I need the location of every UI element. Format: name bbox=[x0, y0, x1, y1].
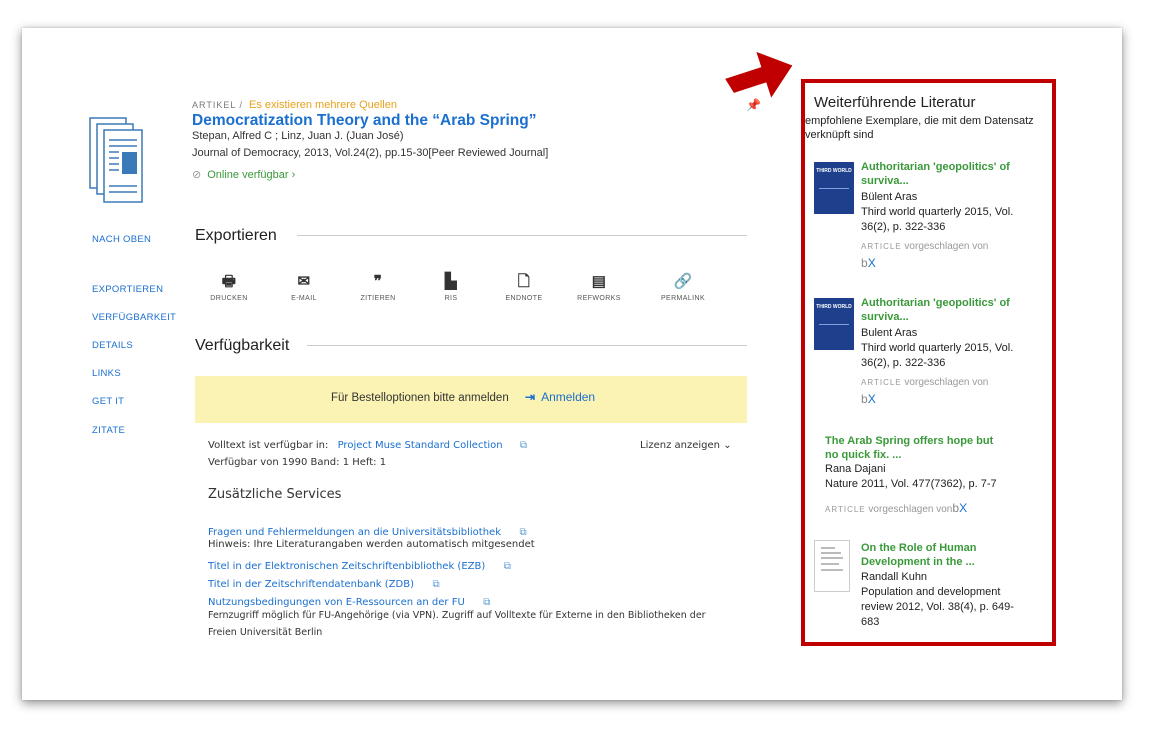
external-link-icon[interactable]: ⧉ bbox=[432, 579, 439, 590]
item-thumbnail[interactable]: THIRD WORLD bbox=[814, 298, 854, 350]
ris-button[interactable]: ▙ RIS bbox=[421, 273, 481, 302]
suggested-by: ARTICLE vorgeschlagen vonbX bbox=[825, 501, 968, 515]
further-reading-subtitle: empfohlene Exemplare, die mit dem Datens… bbox=[805, 115, 1034, 141]
login-prompt: Für Bestelloptionen bitte anmelden bbox=[331, 392, 509, 404]
document-icon bbox=[89, 117, 143, 203]
export-heading: Exportieren bbox=[195, 227, 277, 244]
print-button[interactable]: 🖶 DRUCKEN bbox=[199, 273, 259, 302]
sign-in-icon: ⇥ bbox=[525, 390, 536, 404]
further-item-author: Bulent Aras bbox=[861, 327, 918, 339]
bx-logo: bX bbox=[861, 256, 876, 270]
further-item-source: Nature 2011, Vol. 477(7362), p. 7-7 bbox=[825, 478, 997, 490]
further-item-source: Third world quarterly 2015, Vol. 36(2), … bbox=[861, 342, 1014, 369]
record-type-label: ARTIKEL / bbox=[192, 100, 244, 110]
external-link-icon[interactable]: ⧉ bbox=[483, 597, 490, 608]
record-title[interactable]: Democratization Theory and the “Arab Spr… bbox=[192, 112, 537, 130]
zdb-link[interactable]: Titel in der Zeitschriftendatenbank (ZDB… bbox=[208, 579, 414, 590]
availability-heading: Verfügbarkeit bbox=[195, 337, 290, 354]
available-from: Verfügbar von 1990 Band: 1 Heft: 1 bbox=[208, 457, 387, 468]
endnote-icon: 🗋 bbox=[517, 273, 531, 290]
availability-divider bbox=[307, 345, 747, 346]
external-link-icon[interactable]: ⧉ bbox=[519, 527, 526, 538]
fulltext-line: Volltext ist verfügbar in: Project Muse … bbox=[208, 440, 527, 451]
report-note: Hinweis: Ihre Literaturangaben werden au… bbox=[208, 539, 535, 550]
license-toggle[interactable]: Lizenz anzeigen ⌄ bbox=[640, 440, 732, 451]
bx-logo: bX bbox=[861, 392, 876, 406]
refworks-button[interactable]: ▤ REFWORKS bbox=[569, 273, 629, 302]
further-item-author: Bülent Aras bbox=[861, 191, 918, 203]
link-icon: ⊘ bbox=[192, 169, 202, 181]
endnote-button[interactable]: 🗋 ENDNOTE bbox=[494, 273, 554, 302]
nav-item-get-it[interactable]: GET IT bbox=[92, 396, 124, 407]
item-thumbnail[interactable] bbox=[814, 540, 850, 592]
login-banner: Für Bestelloptionen bitte anmelden ⇥ Anme… bbox=[195, 376, 747, 423]
record-journal: Journal of Democracy, 2013, Vol.24(2), p… bbox=[192, 147, 549, 159]
login-button[interactable]: ⇥ Anmelden bbox=[525, 390, 595, 404]
pointer-arrow-icon bbox=[725, 51, 793, 98]
permalink-button[interactable]: 🔗 PERMALINK bbox=[653, 273, 713, 302]
further-item-author: Rana Dajani bbox=[825, 463, 886, 475]
external-link-icon[interactable]: ⧉ bbox=[520, 440, 527, 451]
online-available-link[interactable]: ⊘ Online verfügbar › bbox=[192, 168, 295, 181]
nav-item-availability[interactable]: VERFÜGBARKEIT bbox=[92, 312, 176, 323]
further-item-title[interactable]: Authoritarian 'geopolitics' of surviva..… bbox=[861, 296, 1021, 324]
service-report: Fragen und Fehlermeldungen an die Univer… bbox=[208, 522, 527, 540]
external-link-icon[interactable]: ⧉ bbox=[504, 561, 511, 572]
fulltext-collection-link[interactable]: Project Muse Standard Collection bbox=[338, 440, 503, 451]
report-link[interactable]: Fragen und Fehlermeldungen an die Univer… bbox=[208, 527, 501, 538]
further-reading-title: Weiterführende Literatur bbox=[814, 94, 976, 111]
fulltext-label: Volltext ist verfügbar in: bbox=[208, 440, 329, 451]
further-item-author: Randall Kuhn bbox=[861, 571, 928, 583]
record-type: ARTIKEL / Es existieren mehrere Quellen bbox=[192, 99, 397, 111]
email-button[interactable]: ✉ E-MAIL bbox=[274, 273, 334, 302]
terms-link[interactable]: Nutzungsbedingungen von E-Ressourcen an … bbox=[208, 597, 465, 608]
services-heading: Zusätzliche Services bbox=[208, 487, 342, 502]
service-zdb: Titel in der Zeitschriftendatenbank (ZDB… bbox=[208, 574, 440, 592]
item-thumbnail[interactable]: THIRD WORLD bbox=[814, 162, 854, 214]
further-item-source: Population and development review 2012, … bbox=[861, 586, 1014, 628]
nav-item-links[interactable]: LINKS bbox=[92, 368, 121, 379]
further-item-title[interactable]: Authoritarian 'geopolitics' of surviva..… bbox=[861, 160, 1021, 188]
file-icon: ▙ bbox=[445, 273, 457, 290]
service-terms: Nutzungsbedingungen von E-Ressourcen an … bbox=[208, 592, 490, 610]
further-item-title[interactable]: The Arab Spring offers hope but no quick… bbox=[825, 434, 1005, 462]
refworks-icon: ▤ bbox=[591, 273, 607, 290]
link-icon: 🔗 bbox=[673, 273, 693, 290]
suggested-by: ARTICLE vorgeschlagen von bbox=[861, 377, 989, 388]
ezb-link[interactable]: Titel in der Elektronischen Zeitschrifte… bbox=[208, 561, 485, 572]
access-note-2: Freien Universität Berlin bbox=[208, 627, 323, 638]
online-available-label: Online verfügbar › bbox=[207, 169, 296, 181]
access-note: Fernzugriff möglich für FU-Angehörige (v… bbox=[208, 610, 706, 621]
chevron-down-icon: ⌄ bbox=[723, 440, 732, 451]
further-item-source: Third world quarterly 2015, Vol. 36(2), … bbox=[861, 206, 1014, 233]
service-ezb: Titel in der Elektronischen Zeitschrifte… bbox=[208, 556, 511, 574]
nav-item-export[interactable]: EXPORTIEREN bbox=[92, 284, 163, 295]
multiple-sources-link[interactable]: Es existieren mehrere Quellen bbox=[249, 99, 397, 111]
nav-back-to-top[interactable]: NACH OBEN bbox=[92, 234, 151, 245]
suggested-by: ARTICLE vorgeschlagen von bbox=[861, 241, 989, 252]
nav-item-details[interactable]: DETAILS bbox=[92, 340, 133, 351]
record-authors: Stepan, Alfred C ; Linz, Juan J. (Juan J… bbox=[192, 130, 404, 142]
cite-button[interactable]: ❞ ZITIEREN bbox=[348, 273, 408, 302]
further-item-title[interactable]: On the Role of Human Development in the … bbox=[861, 541, 1001, 569]
export-divider bbox=[297, 235, 747, 236]
print-icon: 🖶 bbox=[221, 273, 237, 290]
mail-icon: ✉ bbox=[297, 273, 311, 290]
quote-icon: ❞ bbox=[373, 273, 383, 290]
nav-item-citations[interactable]: ZITATE bbox=[92, 425, 125, 436]
